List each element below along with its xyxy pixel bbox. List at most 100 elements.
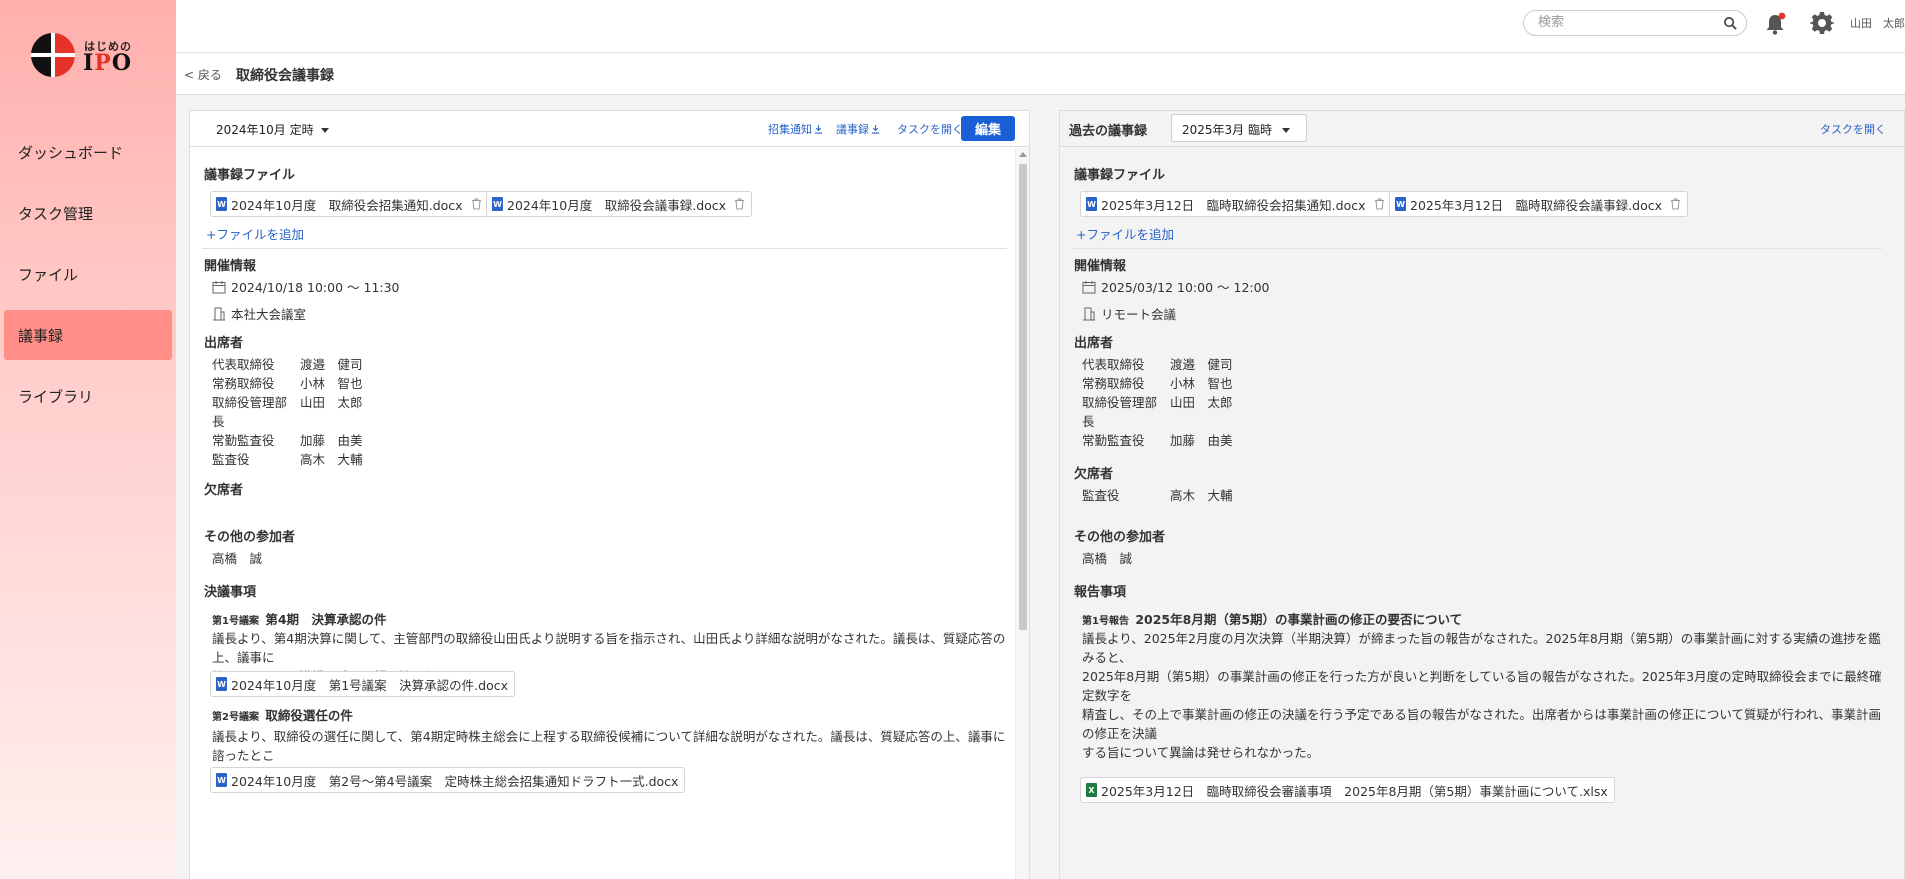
minutes-download-link[interactable]: 議事録 — [836, 121, 880, 137]
notification-bell-icon[interactable] — [1762, 11, 1788, 37]
current-panel-body: 議事録ファイル W 2024年10月度 取締役会招集通知.docx W 2024… — [190, 148, 1029, 879]
excel-file-icon: X — [1086, 783, 1097, 797]
meeting-place: リモート会議 — [1082, 304, 1176, 323]
info-section-title: 開催情報 — [1074, 259, 1127, 274]
calendar-icon — [1082, 280, 1096, 293]
other-participant: 高橋 誠 — [212, 551, 263, 566]
report-description: 議長より、2025年2月度の月次決算（半期決算）が締まった旨の報告がなされた。2… — [1082, 631, 1882, 760]
attendee-row: 常勤監査役 加藤 由美 — [212, 433, 363, 448]
trash-icon[interactable] — [1670, 198, 1681, 210]
others-section-title: その他の参加者 — [1074, 530, 1166, 545]
breadcrumb: < 戻る 取締役会議事録 — [176, 54, 1905, 95]
resolution-title: 第1号議案 第4期 決算承認の件 — [212, 612, 387, 627]
open-task-link[interactable]: タスクを開く — [897, 121, 963, 137]
trash-icon[interactable] — [471, 198, 482, 210]
meeting-place: 本社大会議室 — [212, 304, 306, 323]
attendee-row: 代表取締役 渡邉 健司 — [212, 357, 363, 372]
download-icon — [814, 125, 823, 134]
calendar-icon — [212, 280, 226, 293]
current-panel-header: 2024年10月 定時 招集通知 議事録 タスクを開く 編集 — [190, 111, 1029, 147]
resolution-file-chip[interactable]: W 2024年10月度 第1号議案 決算承認の件.docx — [210, 671, 515, 697]
page-title: 取締役会議事録 — [236, 68, 334, 84]
past-minutes-label: 過去の議事録 — [1069, 124, 1148, 139]
chevron-down-icon — [1282, 128, 1290, 133]
report-file-chip[interactable]: X 2025年3月12日 臨時取締役会審議事項 2025年8月期（第5期）事業計… — [1080, 777, 1615, 803]
past-meeting-select[interactable]: 2025年3月 臨時 — [1171, 114, 1307, 142]
attendee-row: 代表取締役 渡邉 健司 — [1082, 357, 1233, 372]
scrollbar[interactable] — [1015, 148, 1029, 879]
word-file-icon: W — [216, 197, 227, 211]
add-file-link[interactable]: +ファイルを追加 — [1076, 224, 1174, 243]
download-icon — [871, 125, 880, 134]
notice-download-link[interactable]: 招集通知 — [768, 121, 823, 137]
top-bar: 山田 太郎 — [176, 0, 1905, 53]
past-panel-body: 議事録ファイル W 2025年3月12日 臨時取締役会招集通知.docx W 2… — [1060, 148, 1904, 879]
trash-icon[interactable] — [1374, 198, 1385, 210]
attendee-row: 取締役管理部 山田 太郎 — [1082, 395, 1233, 410]
resolution-file-chip[interactable]: W 2024年10月度 第2号～第4号議案 定時株主総会招集通知ドラフト一式.d… — [210, 767, 686, 793]
building-icon — [213, 307, 225, 320]
files-section-title: 議事録ファイル — [204, 168, 296, 183]
settings-gear-icon[interactable] — [1810, 11, 1834, 35]
word-file-icon: W — [216, 773, 227, 787]
section-divider — [1072, 248, 1882, 249]
attendees-section-title: 出席者 — [1074, 336, 1114, 351]
resolution-title: 第2号議案 取締役選任の件 — [212, 708, 353, 723]
search-box — [1523, 10, 1747, 36]
current-minutes-panel: 2024年10月 定時 招集通知 議事録 タスクを開く 編集 議事録ファイル W… — [189, 110, 1030, 879]
sidebar-item-library[interactable]: ライブラリ — [4, 371, 172, 421]
file-chip[interactable]: W 2025年3月12日 臨時取締役会議事録.docx — [1389, 191, 1688, 217]
building-icon — [1083, 307, 1095, 320]
user-name[interactable]: 山田 太郎 — [1850, 15, 1905, 31]
sidebar: はじめの IPO ダッシュボード タスク管理 ファイル 議事録 ライブラリ — [0, 0, 176, 879]
reports-section-title: 報告事項 — [1074, 585, 1127, 600]
report-title: 第1号報告 2025年8月期（第5期）の事業計画の修正の要否について — [1082, 612, 1463, 627]
search-icon[interactable] — [1723, 16, 1738, 31]
add-file-link[interactable]: +ファイルを追加 — [206, 224, 304, 243]
logo-mark-icon — [31, 33, 75, 77]
attendee-row: 長 — [212, 414, 225, 429]
meeting-select[interactable]: 2024年10月 定時 — [216, 121, 329, 138]
back-link[interactable]: < 戻る — [184, 66, 222, 83]
past-minutes-panel: 過去の議事録 2025年3月 臨時 タスクを開く 議事録ファイル W 2025年… — [1059, 110, 1905, 879]
word-file-icon: W — [1086, 197, 1097, 211]
edit-button[interactable]: 編集 — [961, 116, 1015, 141]
absentee-row: 監査役 高木 大輔 — [1082, 488, 1233, 503]
attendee-row: 長 — [1082, 414, 1095, 429]
file-chip[interactable]: W 2024年10月度 取締役会議事録.docx — [486, 191, 753, 217]
trash-icon[interactable] — [734, 198, 745, 210]
scrollbar-thumb[interactable] — [1019, 164, 1027, 630]
attendees-section-title: 出席者 — [204, 336, 244, 351]
sidebar-nav: ダッシュボード タスク管理 ファイル 議事録 ライブラリ — [0, 127, 176, 432]
sidebar-item-dashboard[interactable]: ダッシュボード — [4, 127, 172, 177]
logo-text-main: IPO — [83, 50, 133, 76]
sidebar-item-tasks[interactable]: タスク管理 — [4, 188, 172, 238]
past-open-task-link[interactable]: タスクを開く — [1820, 121, 1886, 137]
chevron-down-icon — [320, 128, 329, 133]
scroll-up-arrow-icon[interactable] — [1019, 152, 1027, 157]
resolutions-section-title: 決議事項 — [204, 585, 257, 600]
attendee-row: 常勤監査役 加藤 由美 — [1082, 433, 1233, 448]
absentees-section-title: 欠席者 — [1074, 467, 1114, 482]
file-chip[interactable]: W 2024年10月度 取締役会招集通知.docx — [210, 191, 489, 217]
sidebar-item-minutes[interactable]: 議事録 — [4, 310, 172, 360]
sidebar-item-files[interactable]: ファイル — [4, 249, 172, 299]
files-section-title: 議事録ファイル — [1074, 168, 1166, 183]
attendee-row: 常務取締役 小林 智也 — [212, 376, 363, 391]
file-chip[interactable]: W 2025年3月12日 臨時取締役会招集通知.docx — [1080, 191, 1392, 217]
word-file-icon: W — [216, 677, 227, 691]
attendee-row: 監査役 高木 大輔 — [212, 452, 363, 467]
attendee-row: 常務取締役 小林 智也 — [1082, 376, 1233, 391]
section-divider — [202, 248, 1007, 249]
info-section-title: 開催情報 — [204, 259, 257, 274]
app-logo[interactable]: はじめの IPO — [30, 32, 148, 82]
word-file-icon: W — [492, 197, 503, 211]
meeting-datetime: 2024/10/18 10:00 ～ 11:30 — [212, 277, 400, 296]
meeting-datetime: 2025/03/12 10:00 ～ 12:00 — [1082, 277, 1270, 296]
word-file-icon: W — [1395, 197, 1406, 211]
search-input[interactable] — [1538, 15, 1718, 30]
other-participant: 高橋 誠 — [1082, 551, 1133, 566]
others-section-title: その他の参加者 — [204, 530, 296, 545]
absentees-section-title: 欠席者 — [204, 483, 244, 498]
past-panel-header: 過去の議事録 2025年3月 臨時 タスクを開く — [1060, 111, 1904, 147]
